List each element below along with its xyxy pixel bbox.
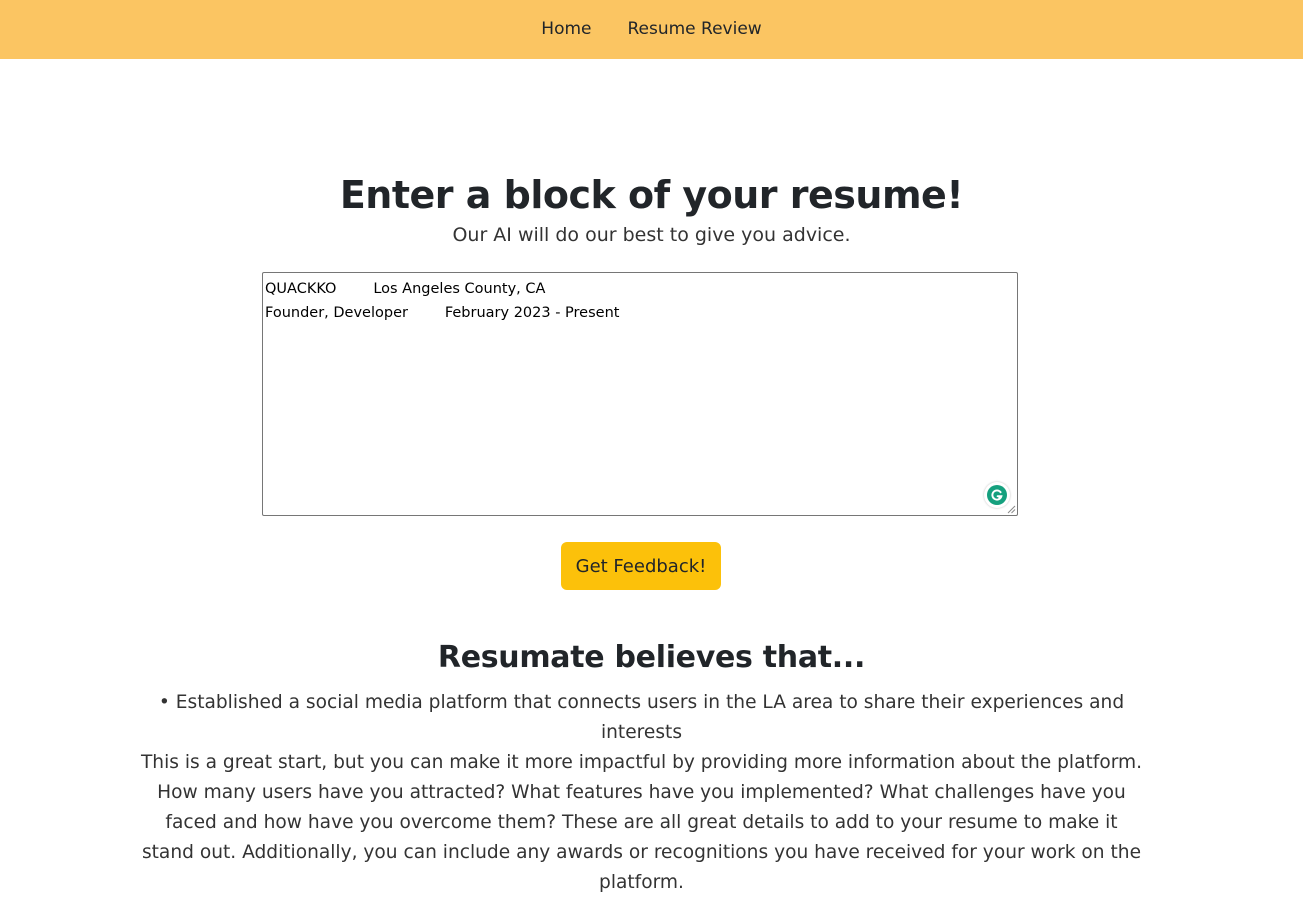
resize-handle-icon[interactable]	[1007, 505, 1016, 514]
page-title: Enter a block of your resume!	[339, 173, 964, 217]
page-subtitle: Our AI will do our best to give you advi…	[452, 224, 851, 246]
feedback-bullet: • Established a social media platform th…	[158, 692, 1125, 743]
top-navbar: Home Resume Review	[0, 0, 1303, 59]
get-feedback-button[interactable]: Get Feedback!	[561, 542, 721, 590]
resume-textarea[interactable]	[263, 273, 1017, 515]
nav-home-link[interactable]: Home	[541, 21, 591, 38]
nav-resume-review-link[interactable]: Resume Review	[627, 21, 761, 38]
resume-input-container	[262, 272, 1018, 516]
feedback-body: This is a great start, but you can make …	[140, 752, 1143, 893]
result-title: Resumate believes that...	[437, 640, 866, 675]
feedback-text: • Established a social media platform th…	[140, 688, 1143, 898]
